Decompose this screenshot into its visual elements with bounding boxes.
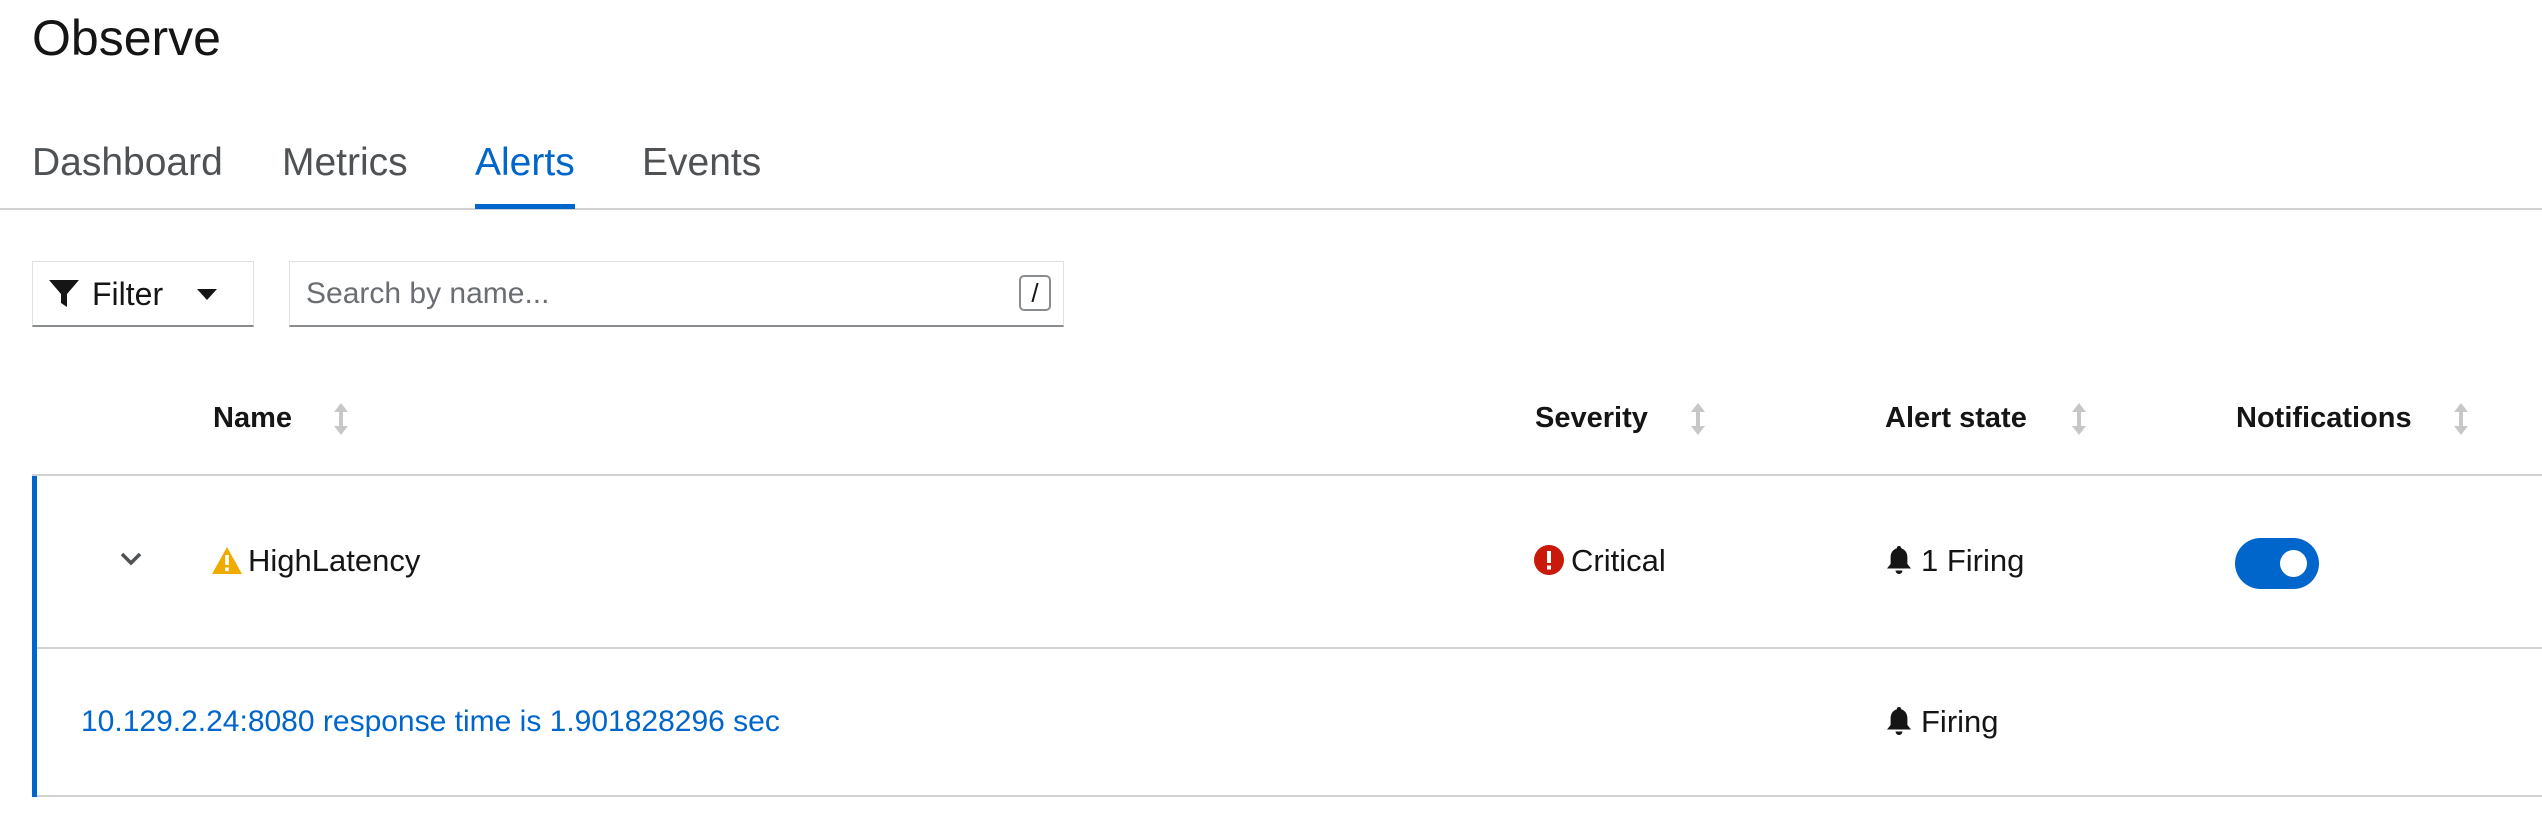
alert-name: HighLatency: [248, 543, 421, 578]
sort-icon[interactable]: [1690, 402, 1706, 436]
search-input[interactable]: [306, 272, 986, 316]
chevron-down-icon[interactable]: [120, 552, 142, 566]
toggle-knob: [2280, 550, 2307, 577]
column-header-severity[interactable]: Severity: [1535, 398, 1648, 438]
keyboard-shortcut-hint: /: [1019, 275, 1051, 311]
tab-alerts[interactable]: Alerts: [475, 140, 575, 209]
expanded-row-indicator: [32, 476, 37, 797]
bell-icon: [1887, 546, 1911, 574]
filter-dropdown-button[interactable]: Filter: [32, 261, 254, 327]
filter-label: Filter: [92, 276, 164, 312]
page-title: Observe: [32, 10, 221, 66]
column-header-name[interactable]: Name: [213, 398, 292, 438]
tab-events[interactable]: Events: [642, 140, 761, 186]
sort-icon[interactable]: [333, 402, 349, 436]
exclamation-circle-icon: [1534, 545, 1564, 575]
notifications-toggle[interactable]: [2235, 538, 2319, 589]
alert-state-label: 1 Firing: [1921, 543, 2025, 578]
severity-label: Critical: [1571, 543, 1666, 578]
search-field: /: [289, 261, 1064, 327]
bell-icon: [1887, 707, 1911, 735]
column-header-alert-state[interactable]: Alert state: [1885, 398, 2027, 438]
sort-icon[interactable]: [2453, 402, 2469, 436]
column-header-notifications[interactable]: Notifications: [2236, 398, 2412, 438]
filter-icon: [49, 280, 79, 307]
tab-dashboard[interactable]: Dashboard: [32, 140, 223, 186]
row-divider: [37, 647, 2542, 649]
alert-instance-link[interactable]: 10.129.2.24:8080 response time is 1.9018…: [81, 702, 780, 742]
warning-triangle-icon: [212, 547, 242, 574]
row-divider: [37, 795, 2542, 797]
sort-icon[interactable]: [2071, 402, 2087, 436]
tab-metrics[interactable]: Metrics: [282, 140, 408, 186]
instance-state-label: Firing: [1921, 704, 1999, 739]
table-header-divider: [32, 474, 2542, 476]
caret-down-icon: [197, 289, 217, 300]
tab-bar: Dashboard Metrics Alerts Events: [0, 118, 2542, 210]
